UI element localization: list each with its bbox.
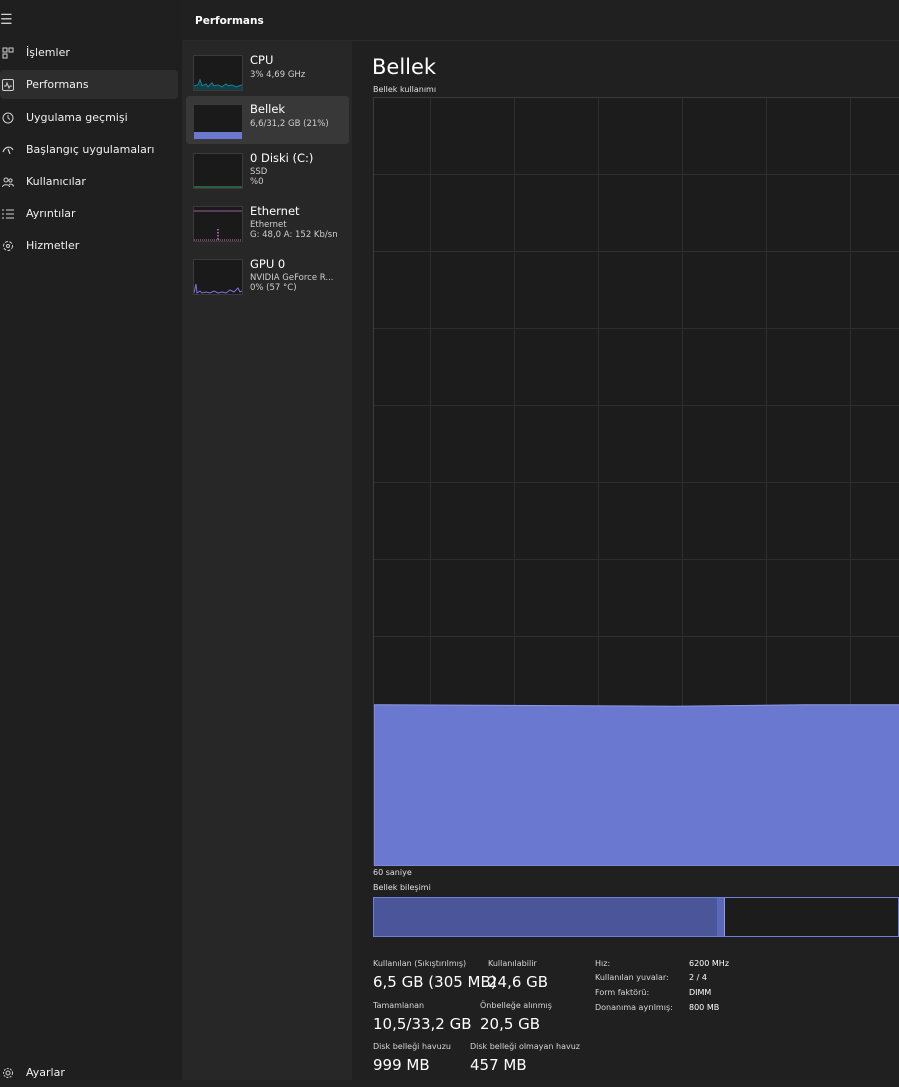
in-use-value: 6,5 GB (305 MB) (373, 973, 497, 991)
memory-usage-graph (373, 98, 899, 867)
device-detail: SSD (250, 167, 268, 177)
memory-composition-bar (373, 897, 899, 937)
device-name: 0 Diski (C:) (250, 151, 314, 165)
left-nav: ☰ İşlemler Performans Uygulama geçmişi B… (0, 0, 183, 1080)
device-detail: %0 (250, 177, 264, 187)
device-detail: Ethernet (250, 220, 287, 230)
form-factor-label: Form faktörü: (595, 988, 650, 997)
device-detail: 3% 4,69 GHz (250, 70, 306, 80)
header: Performans (182, 0, 899, 41)
speed-label: Hız: (595, 959, 611, 968)
disk-thumbnail (193, 153, 243, 189)
nav-item-users[interactable]: Kullanıcılar (0, 167, 178, 196)
device-item-cpu[interactable]: CPU 3% 4,69 GHz (186, 47, 349, 95)
paged-pool-value: 999 MB (373, 1056, 430, 1074)
device-detail: NVIDIA GeForce R... (250, 273, 334, 283)
composition-label: Bellek bileşimi (373, 883, 431, 892)
details-icon (1, 207, 15, 221)
composition-in-use (374, 898, 719, 936)
device-item-disk[interactable]: 0 Diski (C:) SSD %0 (186, 145, 349, 193)
page-title: Bellek (372, 55, 437, 79)
cached-value: 20,5 GB (480, 1015, 541, 1033)
memory-thumbnail (193, 104, 243, 140)
device-detail: G: 48,0 A: 152 Kb/sn (250, 230, 338, 240)
time-range-label: 60 saniye (373, 868, 412, 877)
device-item-gpu[interactable]: GPU 0 NVIDIA GeForce R... 0% (57 °C) (186, 251, 349, 299)
nav-label: Uygulama geçmişi (26, 111, 128, 124)
performance-icon (1, 78, 15, 92)
nav-item-startup-apps[interactable]: Başlangıç uygulamaları (0, 135, 178, 164)
device-item-ethernet[interactable]: Ethernet Ethernet G: 48,0 A: 152 Kb/sn (186, 198, 349, 246)
history-icon (1, 111, 15, 125)
device-name: GPU 0 (250, 257, 286, 271)
committed-value: 10,5/33,2 GB (373, 1015, 472, 1033)
speed-value: 6200 MHz (689, 959, 730, 968)
nav-item-settings[interactable]: Ayarlar (0, 1058, 178, 1087)
nav-label: Kullanıcılar (26, 175, 86, 188)
nav-item-app-history[interactable]: Uygulama geçmişi (0, 103, 178, 132)
nonpaged-pool-label: Disk belleği olmayan havuz (470, 1042, 580, 1051)
committed-label: Tamamlanan (373, 1001, 425, 1010)
nav-label: Başlangıç uygulamaları (26, 143, 155, 156)
hamburger-icon[interactable]: ☰ (0, 13, 20, 33)
nav-label: Performans (26, 78, 89, 91)
startup-icon (1, 143, 15, 157)
nav-label: İşlemler (26, 46, 70, 59)
device-name: Ethernet (250, 204, 300, 218)
processes-icon (1, 46, 15, 60)
nonpaged-pool-value: 457 MB (470, 1056, 527, 1074)
chart-label: Bellek kullanımı (373, 85, 437, 94)
form-factor-value: DIMM (689, 988, 712, 997)
users-icon (1, 175, 15, 189)
device-item-memory[interactable]: Bellek 6,6/31,2 GB (21%) (186, 96, 349, 144)
hardware-reserved-label: Donanıma ayrılmış: (595, 1003, 673, 1012)
memory-usage-chart (373, 97, 899, 867)
hardware-reserved-value: 800 MB (689, 1003, 720, 1012)
slots-label: Kullanılan yuvalar: (595, 973, 669, 982)
nav-label: Ayrıntılar (26, 207, 76, 220)
ethernet-thumbnail (193, 206, 243, 242)
nav-item-performance[interactable]: Performans (0, 70, 178, 99)
gpu-thumbnail (193, 259, 243, 295)
nav-item-details[interactable]: Ayrıntılar (0, 199, 178, 228)
device-name: Bellek (250, 102, 286, 116)
memory-usage-area (373, 704, 899, 867)
cached-label: Önbelleğe alınmış (480, 1001, 552, 1010)
paged-pool-label: Disk belleği havuzu (373, 1042, 451, 1051)
composition-modified (717, 898, 726, 936)
available-label: Kullanılabilir (488, 959, 537, 968)
nav-label: Ayarlar (26, 1066, 65, 1079)
device-detail: 6,6/31,2 GB (21%) (250, 119, 329, 129)
nav-item-processes[interactable]: İşlemler (0, 38, 178, 67)
device-list: CPU 3% 4,69 GHz Bellek 6,6/31,2 GB (21%)… (182, 41, 352, 1080)
nav-item-services[interactable]: Hizmetler (0, 231, 178, 260)
nav-label: Hizmetler (26, 239, 80, 252)
cpu-thumbnail (193, 55, 243, 91)
device-detail: 0% (57 °C) (250, 283, 297, 293)
device-name: CPU (250, 53, 274, 67)
services-icon (1, 239, 15, 253)
available-value: 24,6 GB (488, 973, 549, 991)
slots-value: 2 / 4 (689, 973, 707, 982)
in-use-label: Kullanılan (Sıkıştırılmış) (373, 959, 467, 968)
memory-panel: Bellek Bellek kullanımı 60 saniye Bellek… (352, 41, 899, 1080)
settings-icon (1, 1066, 15, 1080)
page-header-title: Performans (195, 15, 264, 27)
